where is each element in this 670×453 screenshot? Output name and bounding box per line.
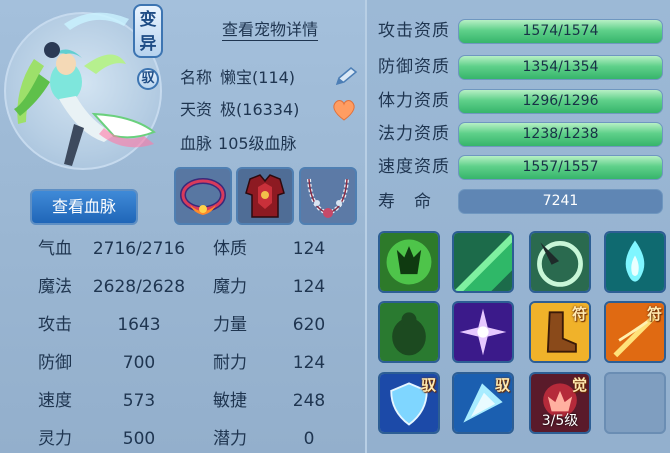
skill-tag-badge: 觉: [571, 376, 587, 394]
aptitude-value: 1296/1296: [522, 93, 599, 109]
pet-name-row: 名称 懒宝(114): [180, 68, 295, 88]
skill-slot[interactable]: [604, 231, 666, 293]
attribute-label: 敏捷: [213, 391, 247, 411]
stat-label: 速度: [38, 391, 72, 411]
skill-slot[interactable]: 驭: [452, 372, 514, 434]
equipment-slot-armor[interactable]: [236, 167, 294, 225]
stat-value: 1643: [117, 315, 161, 335]
skill-tag-badge: 符: [646, 305, 662, 323]
green-light-skill-icon: [454, 233, 512, 291]
attribute-value: 248: [292, 391, 326, 411]
view-bloodline-button[interactable]: 查看血脉: [30, 189, 138, 225]
aptitude-value: 1574/1574: [522, 23, 599, 39]
aptitude-label: 攻击资质: [378, 21, 450, 41]
aptitude-value: 1354/1354: [522, 59, 599, 75]
aptitude-label: 速度资质: [378, 157, 450, 177]
stat-label: 灵力: [38, 429, 72, 449]
heart-icon[interactable]: [331, 98, 357, 122]
stat-label: 气血: [38, 239, 72, 259]
skill-slot[interactable]: 符: [529, 301, 591, 363]
aptitude-label: 法力资质: [378, 124, 450, 144]
empty-skill-slot[interactable]: [604, 372, 666, 434]
skill-tag-badge: 符: [571, 305, 587, 323]
attribute-label: 潜力: [213, 429, 247, 449]
skill-slot[interactable]: 符: [604, 301, 666, 363]
pet-talent-value: 极(16334): [220, 100, 300, 119]
lifespan-value: 7241: [458, 189, 663, 214]
skill-level-text: 3/5级: [541, 413, 579, 429]
attribute-value: 620: [292, 315, 326, 335]
aptitude-label: 体力资质: [378, 91, 450, 111]
aptitude-label: 防御资质: [378, 57, 450, 77]
green-demon-skill-icon: [380, 233, 438, 291]
aptitude-value: 1238/1238: [522, 126, 599, 142]
skill-slot[interactable]: 驭: [378, 372, 440, 434]
equipment-slot-collar[interactable]: [174, 167, 232, 225]
purple-burst-skill-icon: [454, 303, 512, 361]
skill-tag-badge: 驭: [420, 376, 436, 394]
attribute-label: 魔力: [213, 277, 247, 297]
pet-bloodline-value: 105级血脉: [218, 134, 297, 153]
skill-tag-badge: 驭: [494, 376, 510, 394]
cyan-flame-skill-icon: [606, 233, 664, 291]
skill-slot[interactable]: [529, 231, 591, 293]
green-giant-skill-icon: [380, 303, 438, 361]
mutant-badge: 变异: [133, 4, 163, 58]
attribute-label: 力量: [213, 315, 247, 335]
view-pet-details-link[interactable]: 查看宠物详情: [222, 20, 319, 41]
attribute-label: 体质: [213, 239, 247, 259]
attribute-value: 124: [292, 277, 326, 297]
attribute-value: 124: [292, 239, 326, 259]
pet-name-label: 名称: [180, 68, 213, 87]
armor-icon: [238, 169, 292, 223]
stat-value: 500: [122, 429, 156, 449]
stat-label: 魔法: [38, 277, 72, 297]
stat-label: 攻击: [38, 315, 72, 335]
stat-value: 2716/2716: [92, 239, 186, 259]
skill-slot[interactable]: [378, 231, 440, 293]
tame-badge: 驭: [137, 68, 159, 90]
pet-name-value: 懒宝(114): [220, 68, 296, 87]
skill-slot[interactable]: 觉 3/5级: [529, 372, 591, 434]
aptitude-bar: 1354/1354: [458, 55, 663, 80]
stat-value: 2628/2628: [92, 277, 186, 297]
necklace-icon: [301, 169, 355, 223]
stat-value: 700: [122, 353, 156, 373]
attribute-label: 耐力: [213, 353, 247, 373]
pet-talent-label: 天资: [180, 100, 213, 119]
skill-slot[interactable]: [378, 301, 440, 363]
pet-bloodline-label: 血脉: [180, 134, 213, 153]
edit-name-icon[interactable]: [333, 66, 359, 88]
aptitude-value: 1557/1557: [522, 159, 599, 175]
lifespan-label: 寿 命: [378, 192, 432, 212]
pet-talent-row: 天资 极(16334): [180, 100, 299, 120]
aptitude-bar: 1574/1574: [458, 19, 663, 44]
attribute-value: 0: [303, 429, 315, 449]
stat-label: 防御: [38, 353, 72, 373]
aptitude-bar: 1557/1557: [458, 155, 663, 180]
pet-bloodline-row: 血脉 105级血脉: [180, 134, 297, 154]
whirlwind-claw-skill-icon: [531, 233, 589, 291]
stat-value: 573: [122, 391, 156, 411]
skill-slot[interactable]: [452, 231, 514, 293]
collar-icon: [176, 169, 230, 223]
aptitude-bar: 1238/1238: [458, 122, 663, 147]
equipment-slot-necklace[interactable]: [299, 167, 357, 225]
attribute-value: 124: [292, 353, 326, 373]
aptitude-bar: 1296/1296: [458, 89, 663, 114]
skill-slot[interactable]: [452, 301, 514, 363]
